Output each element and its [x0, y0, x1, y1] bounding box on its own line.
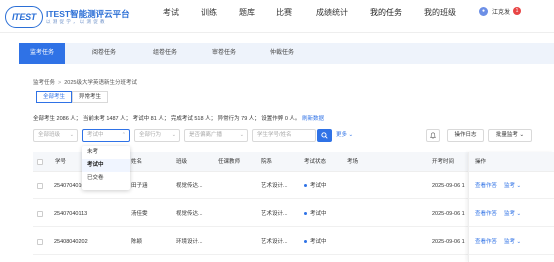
tab-paper-assembly[interactable]: 组卷任务 — [142, 43, 188, 64]
col-teacher: 任课教师 — [218, 159, 241, 165]
logo-subtitle: 以 测 促 学 ， 以 测 促 教 — [46, 19, 106, 24]
subtab-abnormal-students[interactable]: 异常考生 — [72, 91, 109, 103]
col-status: 考试状态 — [304, 159, 327, 165]
status-select[interactable]: 考试中 ⌃ — [82, 129, 130, 142]
exam-stats: 全部考生 2086 人； 当前未考 1487 人； 考试中 81 人； 完成考试… — [33, 114, 324, 122]
more-filters-link[interactable]: 更多 ⌄ — [336, 129, 353, 142]
top-header: ITEST ITEST智能测评云平台 以 测 促 学 ， 以 测 促 教 考试 … — [0, 0, 554, 33]
cell-class: 环境设计... — [176, 239, 203, 245]
status-text: 考试中 — [310, 183, 327, 189]
select-all-checkbox[interactable] — [37, 159, 43, 165]
logo-title: ITEST智能测评云平台 — [46, 9, 130, 19]
tab-grading[interactable]: 阅卷任务 — [81, 43, 127, 64]
cell-name: 陈颖 — [131, 239, 143, 245]
cell-start-time: 2025-09-06 1 — [432, 211, 465, 217]
cell-student-id: 25407040113 — [54, 211, 88, 217]
breadcrumb-separator: > — [58, 80, 62, 86]
more-label: 更多 — [336, 132, 348, 138]
nav-competition[interactable]: 比赛 — [276, 0, 292, 25]
class-select-value: 全部班级 — [38, 132, 61, 138]
status-option-submitted[interactable]: 已交卷 — [82, 172, 130, 185]
chevron-down-icon: ⌄ — [69, 132, 74, 138]
actions-column-divider — [468, 152, 554, 262]
col-room: 考场 — [347, 159, 359, 165]
stats-text: 全部考生 2086 人； 当前未考 1487 人； 考试中 81 人； 完成考试… — [33, 116, 301, 122]
cell-class: 视觉传达... — [176, 183, 203, 189]
breadcrumb: 监考任务 >2025级大学英语新生分班考试 — [33, 78, 137, 86]
status-dot-icon — [304, 184, 307, 188]
status-dot-icon — [304, 240, 307, 244]
search-button[interactable] — [317, 129, 332, 142]
student-subtabs: 全部考生 异常考生 — [36, 91, 109, 103]
nav-question-bank[interactable]: 题库 — [239, 0, 255, 25]
cell-name: 汤佳雯 — [131, 211, 148, 217]
status-dropdown: 未考 考试中 已交卷 — [82, 146, 130, 190]
nav-exam[interactable]: 考试 — [163, 0, 179, 25]
broadcast-select-value: 是否偏离广播 — [189, 132, 223, 138]
cell-dept: 艺术设计... — [261, 211, 288, 217]
status-text: 考试中 — [310, 211, 327, 217]
breadcrumb-parent[interactable]: 监考任务 — [33, 80, 55, 86]
tab-review[interactable]: 审卷任务 — [201, 43, 247, 64]
operation-log-button[interactable]: 操作日志 — [447, 129, 484, 142]
chevron-down-icon: ⌄ — [348, 132, 354, 138]
cell-start-time: 2025-09-06 1 — [432, 239, 465, 245]
status-text: 考试中 — [310, 239, 327, 245]
row-checkbox[interactable] — [37, 239, 43, 245]
cell-status: 考试中 — [304, 201, 327, 227]
user-icon: ● — [481, 8, 486, 14]
cell-dept: 艺术设计... — [261, 183, 288, 189]
search-placeholder: 学生学号/姓名 — [257, 132, 292, 138]
tab-arbitration[interactable]: 仲裁任务 — [259, 43, 305, 64]
nav-my-classes[interactable]: 我的班级 — [424, 0, 456, 25]
search-input[interactable]: 学生学号/姓名 — [252, 129, 316, 142]
nav-training[interactable]: 训练 — [201, 0, 217, 25]
logo[interactable]: ITEST ITEST智能测评云平台 以 测 促 学 ， 以 测 促 教 — [5, 5, 130, 29]
breadcrumb-current: 2025级大学英语新生分班考试 — [64, 80, 137, 86]
status-option-not-taken[interactable]: 未考 — [82, 146, 130, 159]
cell-status: 考试中 — [304, 173, 327, 199]
logo-mark: ITEST — [5, 6, 43, 28]
row-checkbox[interactable] — [37, 183, 43, 189]
status-dot-icon — [304, 212, 307, 216]
behavior-select-value: 全部行为 — [139, 132, 162, 138]
col-name: 姓名 — [131, 159, 143, 165]
avatar: ● — [479, 6, 488, 16]
chevron-up-icon: ⌃ — [121, 132, 126, 138]
cell-dept: 艺术设计... — [261, 239, 288, 245]
chevron-down-icon: ⌄ — [239, 132, 244, 138]
broadcast-select[interactable]: 是否偏离广播 ⌄ — [184, 129, 248, 142]
class-select[interactable]: 全部班级 ⌄ — [33, 129, 78, 142]
tab-proctor[interactable]: 监考任务 — [19, 43, 65, 64]
refresh-link[interactable]: 刷新数据 — [302, 116, 324, 122]
status-option-in-exam[interactable]: 考试中 — [82, 159, 130, 172]
notification-badge[interactable]: 1 — [513, 7, 522, 15]
search-icon — [321, 132, 328, 139]
user-menu[interactable]: ● 江克发 1 — [479, 5, 522, 17]
col-class: 班级 — [176, 159, 188, 165]
cell-status: 考试中 — [304, 229, 327, 255]
status-select-value: 考试中 — [87, 132, 104, 138]
behavior-select[interactable]: 全部行为 ⌄ — [134, 129, 180, 142]
batch-proctor-button[interactable]: 批量监考 ⌄ — [488, 129, 532, 142]
nav-score-stats[interactable]: 成绩统计 — [316, 0, 348, 25]
chevron-down-icon: ⌄ — [171, 132, 176, 138]
task-tabbar: 监考任务 阅卷任务 组卷任务 审卷任务 仲裁任务 — [19, 43, 554, 64]
nav-my-tasks[interactable]: 我的任务 — [370, 0, 402, 25]
cell-start-time: 2025-09-06 1 — [432, 183, 465, 189]
row-checkbox[interactable] — [37, 211, 43, 217]
subtab-all-students[interactable]: 全部考生 — [36, 91, 73, 103]
col-student-id: 学号 — [55, 159, 67, 165]
batch-proctor-label: 批量监考 — [495, 132, 518, 138]
bell-icon — [429, 132, 437, 139]
chevron-down-icon: ⌄ — [519, 132, 525, 138]
cell-class: 视觉传达... — [176, 211, 203, 217]
cell-student-id: 25408040202 — [54, 239, 88, 245]
col-dept: 院系 — [261, 159, 273, 165]
bell-button[interactable] — [426, 129, 440, 142]
user-name: 江克发 — [492, 9, 511, 16]
col-start-time: 开考时间 — [432, 159, 455, 165]
cell-name: 田子涵 — [131, 183, 148, 189]
